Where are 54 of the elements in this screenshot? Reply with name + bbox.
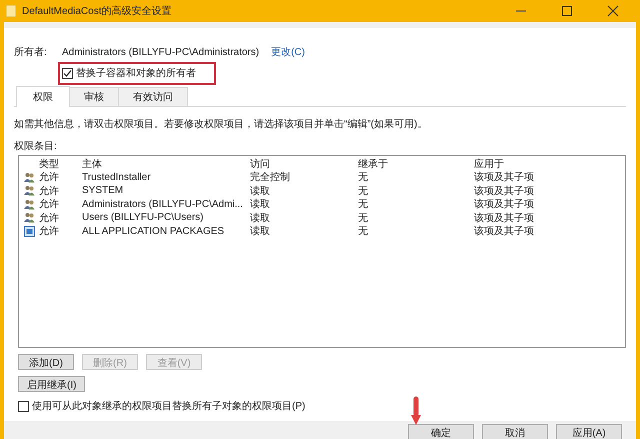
table-cell-text: SYSTEM: [82, 185, 124, 196]
table-cell-text: 无: [358, 198, 369, 212]
owner-value: Administrators (BILLYFU-PC\Administrators): [62, 46, 260, 58]
column-header[interactable]: 主体: [82, 156, 250, 171]
table-cell-text: Users (BILLYFU-PC\Users): [82, 212, 204, 224]
checkbox[interactable]: [62, 68, 73, 78]
table-cell-text: ALL APPLICATION PACKAGES: [82, 226, 226, 237]
enable-inheritance-button[interactable]: 启用继承(I): [18, 376, 86, 392]
column-header[interactable]: 类型: [39, 156, 82, 171]
table-cell-text: 该项及其子项: [474, 184, 535, 198]
checkbox[interactable]: [18, 400, 29, 412]
dialog-button[interactable]: 应用(A): [556, 424, 622, 439]
change-link[interactable]: 更改(C): [271, 45, 305, 59]
checkbox-label: 使用可从此对象继承的权限项目替换所有子对象的权限项目(P): [32, 400, 306, 413]
users-icon: [24, 172, 34, 183]
table-cell-text: TrustedInstaller: [82, 172, 152, 183]
table-cell-text: 读取: [250, 184, 271, 198]
table-cell-text: 允许: [39, 212, 60, 225]
table-cell-text: 读取: [250, 224, 271, 238]
column-header[interactable]: 继承于: [358, 156, 474, 171]
table-cell-text: 完全控制: [250, 170, 291, 184]
users-icon: [24, 212, 34, 224]
table-cell-text: 允许: [39, 198, 60, 212]
table-cell-text: 读取: [250, 198, 271, 212]
table-cell-text: 无: [358, 171, 369, 184]
dialog-button[interactable]: 确定: [408, 424, 474, 439]
tab[interactable]: 权限: [16, 86, 70, 107]
action-button[interactable]: 添加(D): [18, 354, 74, 370]
users-icon: [24, 198, 34, 210]
table-cell-text: 该项及其子项: [474, 224, 535, 238]
column-header[interactable]: 访问: [250, 156, 358, 171]
table-cell-text: 无: [358, 212, 369, 225]
folder-icon: [6, 5, 16, 17]
table-cell-text: 该项及其子项: [474, 170, 535, 184]
users-icon: [24, 185, 34, 196]
package-icon: [24, 226, 34, 237]
table-cell-text: 该项及其子项: [474, 212, 535, 225]
table-cell-text: Administrators (BILLYFU-PC\Admi...: [82, 198, 244, 210]
table-cell-text: 读取: [250, 212, 271, 225]
window-title: DefaultMediaCost的高级安全设置: [22, 4, 172, 18]
tab[interactable]: 有效访问: [118, 87, 188, 107]
table-cell-text: 允许: [39, 170, 60, 184]
checkbox-label: 替换子容器和对象的所有者: [76, 66, 196, 80]
column-header[interactable]: 应用于: [474, 156, 574, 171]
table-cell-text: 允许: [39, 224, 60, 238]
dialog-button[interactable]: 取消: [482, 424, 548, 439]
table-cell-text: 无: [358, 184, 369, 198]
table-cell-text: 允许: [39, 184, 60, 198]
tab[interactable]: 审核: [69, 87, 119, 107]
owner-label: 所有者:: [14, 46, 48, 59]
entries-label: 权限条目:: [14, 140, 58, 153]
table-cell-text: 该项及其子项: [474, 198, 535, 212]
table-cell-text: 无: [358, 225, 369, 238]
info-text: 如需其他信息，请双击权限项目。若要修改权限项目，请选择该项目并单击“编辑”(如果可用)。: [14, 118, 428, 131]
